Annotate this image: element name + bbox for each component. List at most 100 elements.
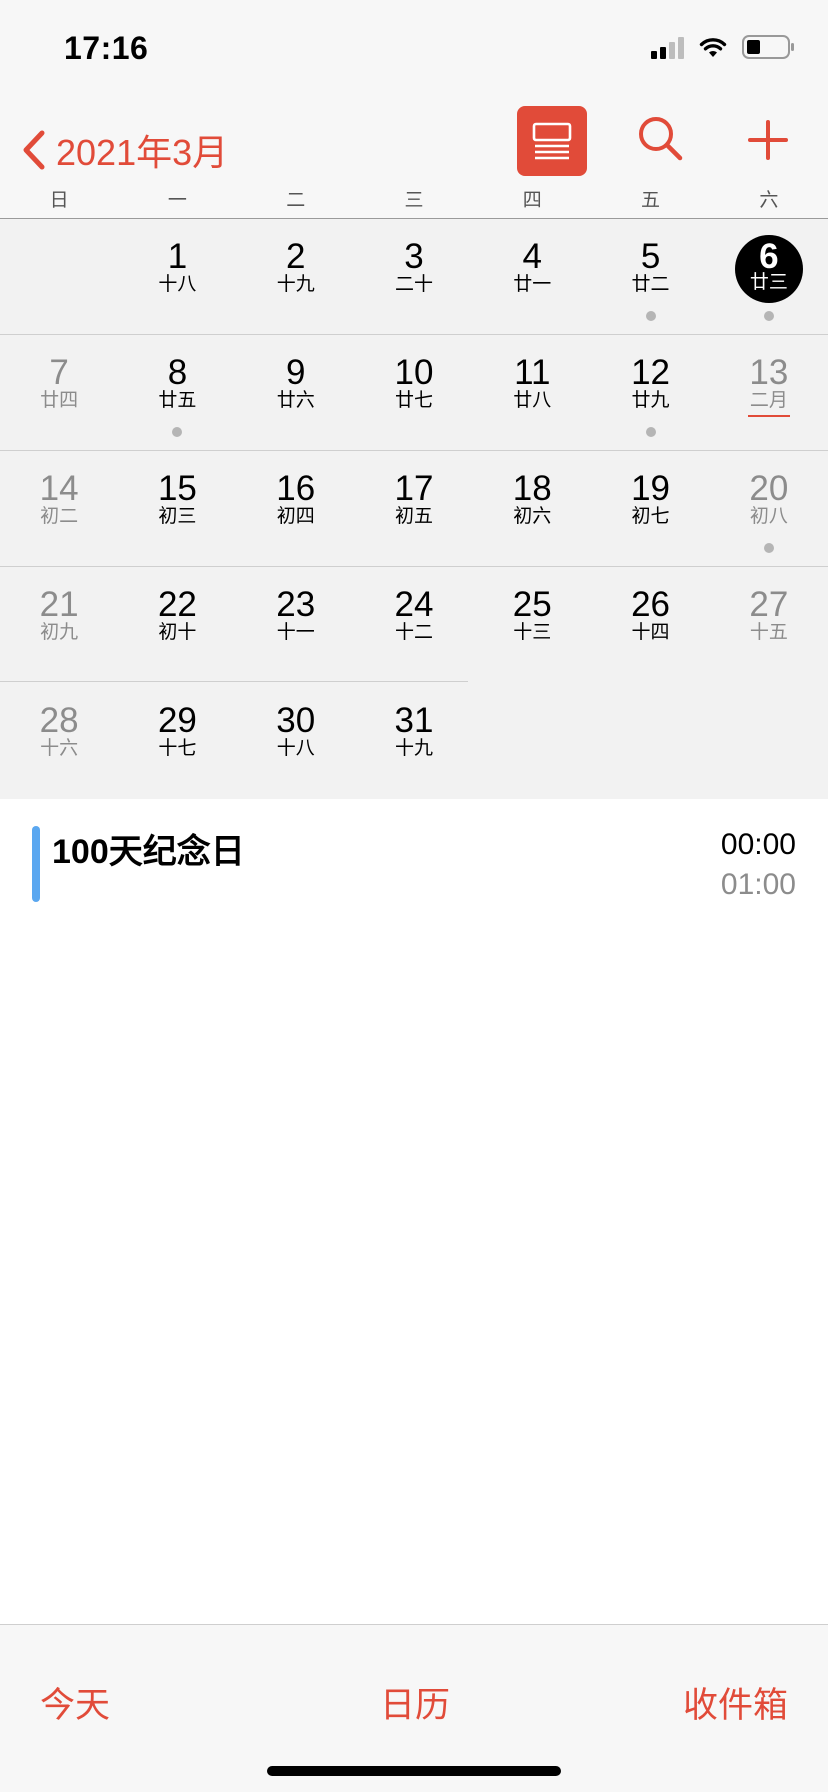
day-cell[interactable]: 25 十三 — [473, 567, 591, 683]
day-cell[interactable]: 15 初三 — [118, 451, 236, 566]
day-cell[interactable]: 20 初八 — [710, 451, 828, 566]
lunar-date: 初七 — [631, 506, 670, 527]
month-grid: 1 十八 2 十九 3 二十 4 廿一 5 廿二 6 廿三 7 廿四 8 廿五 9 廿六 10 廿七 11 廿八 12 廿九 1… — [0, 219, 828, 799]
day-number: 14 — [39, 469, 79, 508]
status-icons — [651, 34, 796, 60]
lunar-month-underline — [747, 415, 790, 417]
day-cell[interactable]: 30 十八 — [237, 683, 355, 799]
day-number: 7 — [49, 353, 69, 392]
lunar-date: 初六 — [513, 506, 552, 527]
lunar-date: 廿九 — [631, 390, 670, 411]
day-cell[interactable]: 3 二十 — [355, 219, 473, 334]
lunar-date: 廿七 — [394, 390, 433, 411]
nav-bar: 2021年3月 — [0, 100, 828, 200]
battery-icon — [742, 35, 794, 59]
lunar-date: 廿二 — [631, 274, 670, 295]
day-cell[interactable]: 2 十九 — [237, 219, 355, 334]
calendars-button[interactable]: 日历 — [380, 1677, 450, 1728]
home-indicator — [267, 1766, 561, 1776]
day-cell[interactable]: 26 十四 — [591, 567, 709, 683]
event-end-time: 01:00 — [720, 868, 796, 901]
inbox-button[interactable]: 收件箱 — [683, 1677, 788, 1728]
lunar-date: 初三 — [158, 506, 197, 527]
lunar-date: 十四 — [631, 622, 670, 643]
lunar-date: 初八 — [749, 506, 788, 527]
day-number: 3 — [404, 237, 424, 276]
day-cell[interactable]: 24 十二 — [355, 567, 473, 683]
list-view-icon — [532, 122, 572, 160]
week-row: 21 初九 22 初十 23 十一 24 十二 25 十三 26 十四 27 十五 — [0, 567, 828, 683]
lunar-date: 十八 — [158, 274, 197, 295]
lunar-date: 廿五 — [158, 390, 197, 411]
day-cell[interactable]: 22 初十 — [118, 567, 236, 683]
event-row[interactable]: 100天纪念日 00:00 01:00 — [0, 800, 828, 910]
day-cell[interactable]: 31 十九 — [355, 683, 473, 799]
day-cell[interactable]: 1 十八 — [118, 219, 236, 334]
add-event-button[interactable] — [744, 114, 792, 166]
day-number: 5 — [640, 237, 661, 276]
weekday-label: 一 — [167, 190, 187, 211]
empty-day-cell — [0, 219, 118, 334]
event-dot-indicator — [645, 427, 656, 437]
event-title: 100天纪念日 — [52, 833, 245, 871]
weekday-label: 四 — [522, 190, 542, 211]
day-number: 1 — [167, 237, 188, 276]
back-to-year-button[interactable]: 2021年3月 — [22, 122, 228, 178]
lunar-date: 十三 — [513, 622, 552, 643]
day-number: 31 — [394, 701, 434, 740]
day-cell[interactable]: 13 二月 — [710, 335, 828, 450]
day-cell[interactable]: 19 初七 — [591, 451, 709, 566]
day-cell[interactable]: 18 初六 — [473, 451, 591, 566]
day-cell[interactable]: 29 十七 — [118, 683, 236, 799]
week-row: 28 十六 29 十七 30 十八 31 十九 — [0, 683, 828, 799]
day-number: 27 — [749, 585, 789, 624]
week-row: 7 廿四 8 廿五 9 廿六 10 廿七 11 廿八 12 廿九 13 二月 — [0, 335, 828, 451]
day-cell[interactable]: 10 廿七 — [355, 335, 473, 450]
day-cell[interactable]: 16 初四 — [237, 451, 355, 566]
empty-day-cell — [710, 683, 828, 799]
day-cell[interactable]: 28 十六 — [0, 683, 118, 799]
day-cell[interactable]: 7 廿四 — [0, 335, 118, 450]
day-cell[interactable]: 12 廿九 — [591, 335, 709, 450]
lunar-date: 十七 — [158, 738, 197, 759]
month-title: 2021年3月 — [56, 132, 229, 173]
day-cell[interactable]: 23 十一 — [237, 567, 355, 683]
lunar-date: 二月 — [749, 390, 788, 411]
lunar-date: 初十 — [158, 622, 197, 643]
lunar-date: 初五 — [394, 506, 433, 527]
list-view-toggle-button[interactable] — [517, 106, 587, 176]
lunar-date: 十六 — [40, 738, 79, 759]
day-cell[interactable]: 21 初九 — [0, 567, 118, 683]
day-cell[interactable]: 9 廿六 — [237, 335, 355, 450]
day-cell[interactable]: 27 十五 — [710, 567, 828, 683]
lunar-date: 初九 — [40, 622, 79, 643]
search-icon — [639, 117, 683, 161]
event-dot-indicator — [645, 311, 656, 321]
day-cell[interactable]: 17 初五 — [355, 451, 473, 566]
empty-day-cell — [591, 683, 709, 799]
weekday-label: 六 — [759, 190, 779, 211]
day-number: 19 — [631, 469, 671, 508]
day-number: 13 — [749, 353, 789, 392]
day-cell[interactable]: 6 廿三 — [710, 219, 828, 334]
lunar-date: 十九 — [394, 738, 433, 759]
day-cell[interactable]: 5 廿二 — [591, 219, 709, 334]
day-cell[interactable]: 4 廿一 — [473, 219, 591, 334]
day-cell[interactable]: 8 廿五 — [118, 335, 236, 450]
day-number: 25 — [512, 585, 552, 624]
search-button[interactable] — [636, 114, 684, 166]
lunar-date: 十五 — [749, 622, 788, 643]
week-row: 1 十八 2 十九 3 二十 4 廿一 5 廿二 6 廿三 — [0, 219, 828, 335]
day-number: 26 — [631, 585, 671, 624]
day-number: 30 — [276, 701, 316, 740]
plus-icon — [748, 120, 788, 160]
day-cell[interactable]: 11 廿八 — [473, 335, 591, 450]
event-start-time: 00:00 — [720, 828, 796, 861]
weekday-label: 五 — [641, 190, 661, 211]
week-row: 14 初二 15 初三 16 初四 17 初五 18 初六 19 初七 20 初八 — [0, 451, 828, 567]
lunar-date: 十一 — [276, 622, 315, 643]
day-cell[interactable]: 14 初二 — [0, 451, 118, 566]
weekday-label: 日 — [49, 190, 69, 211]
today-button[interactable]: 今天 — [40, 1677, 110, 1728]
tab-bar: 今天 日历 收件箱 — [0, 1624, 828, 1792]
